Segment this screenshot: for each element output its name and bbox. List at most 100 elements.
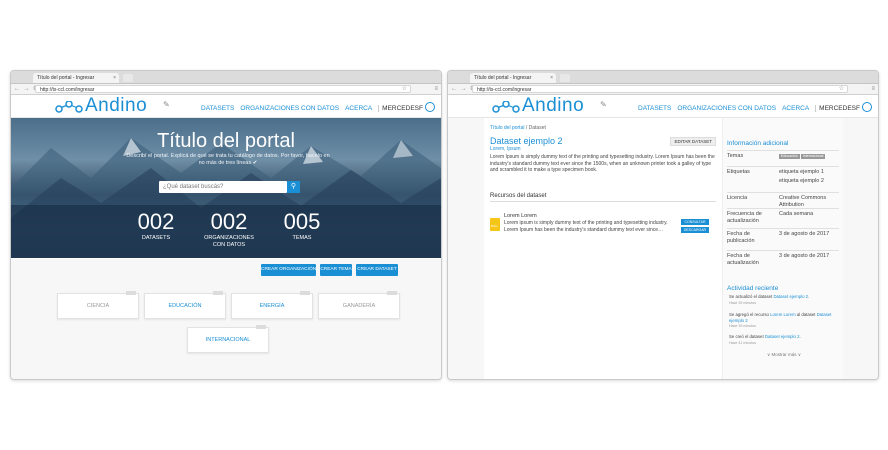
main-nav: DATASETS ORGANIZACIONES CON DATOS ACERCA ME… — [201, 102, 441, 113]
breadcrumb-current: / Dataset — [525, 125, 546, 131]
nav-datasets[interactable]: DATASETS — [201, 105, 234, 112]
stat-label: ORGANIZACIONES CON DATOS — [204, 235, 254, 248]
dataset-search-input[interactable]: ¿Qué dataset buscás? — [159, 181, 287, 193]
bookmark-star-icon[interactable]: ☆ — [839, 84, 844, 94]
info-key: Fecha de publicación — [727, 231, 755, 244]
info-row-temas: Temas Educación Internacional — [727, 150, 839, 163]
url-field[interactable]: http://ts-ccl.com/ingresar — [472, 85, 848, 93]
info-value: Cada semana — [779, 211, 814, 217]
edit-pencil-icon[interactable]: ✎ — [163, 100, 170, 109]
crear-organizacion-button[interactable]: CREAR ORGANIZACIÓN — [261, 264, 316, 276]
nav-acerca[interactable]: ACERCA — [345, 105, 372, 112]
new-tab-button[interactable] — [123, 74, 133, 82]
editar-dataset-button[interactable]: EDITAR DATASET — [670, 137, 716, 146]
tab-bar: Título del portal - Ingresar × — [11, 71, 441, 88]
info-key: Etiquetas — [727, 169, 750, 175]
stats-bar: 002 DATASETS 002 ORGANIZACIONES CON DATOS … — [11, 205, 441, 258]
tab-bar: Título del portal - Ingresar × — [448, 71, 878, 88]
breadcrumb: Título del portal / Dataset — [490, 125, 546, 131]
activity-link[interactable]: Lorem Lorem — [770, 312, 796, 317]
stat-label: TEMAS — [292, 235, 312, 241]
document-file-icon — [490, 218, 500, 231]
browser-menu-icon[interactable]: ≡ — [434, 84, 438, 94]
activity-time: Hace 39 minutos — [729, 324, 756, 328]
info-key: Fecha de actualización — [727, 253, 759, 266]
main-nav: DATASETS ORGANIZACIONES CON DATOS ACERCA ME… — [638, 102, 878, 113]
info-key: Licencia — [727, 195, 748, 201]
brand-name: Andino — [522, 95, 585, 116]
close-tab-icon[interactable]: × — [113, 73, 116, 83]
topic-card-ganaderia[interactable]: GANADERÍA — [318, 291, 400, 319]
search-icon[interactable]: ⚲ — [287, 181, 300, 193]
descargar-button[interactable]: DESCARGAR — [681, 227, 709, 233]
user-avatar-icon[interactable] — [861, 102, 872, 112]
portal-title: Título del portal — [157, 130, 295, 152]
stat-organizaciones[interactable]: 002 ORGANIZACIONES CON DATOS — [194, 211, 264, 248]
bookmark-star-icon[interactable]: ☆ — [402, 84, 407, 94]
user-avatar-icon[interactable] — [424, 102, 435, 112]
resources-heading: Recursos del dataset — [490, 193, 716, 202]
resource-title[interactable]: Lorem Lorem — [504, 213, 537, 219]
info-value: Creative Commons Attribution — [779, 195, 827, 208]
nav-user[interactable]: MERCEDESF — [815, 104, 860, 112]
edit-pencil-icon[interactable]: ✎ — [600, 100, 607, 109]
stat-temas[interactable]: 005 TEMAS — [267, 211, 337, 242]
tag-badge[interactable]: Internacional — [800, 154, 826, 159]
logo-network-icon — [55, 101, 83, 113]
crear-tema-button[interactable]: CREAR TEMA — [320, 264, 352, 276]
nav-organizaciones[interactable]: ORGANIZACIONES CON DATOS — [240, 105, 339, 112]
logo-network-icon — [492, 101, 520, 113]
topic-card-energia[interactable]: ENERGÍA — [231, 291, 313, 319]
brand-name: Andino — [85, 95, 148, 116]
activity-text: al dataset — [795, 312, 817, 317]
stat-number: 002 — [210, 209, 248, 234]
activity-link[interactable]: Dataset ejemplo 2 — [773, 294, 808, 299]
stat-datasets[interactable]: 002 DATASETS — [121, 211, 191, 242]
dataset-page: Título del portal / Dataset Dataset ejem… — [448, 118, 878, 379]
info-key: Temas — [727, 153, 744, 159]
dataset-main-column: Título del portal / Dataset Dataset ejem… — [484, 118, 722, 379]
activity-text: Se agregó el recurso — [729, 312, 771, 317]
info-value: 3 de agosto de 2017 — [779, 253, 830, 259]
hero-banner: Título del portal Describí el portal. Ex… — [11, 118, 441, 258]
new-tab-button[interactable] — [560, 74, 570, 82]
activity-time: Hace 41 minutos — [729, 340, 756, 345]
activity-item: Se agregó el recurso Lorem Lorem al data… — [729, 312, 839, 330]
nav-user[interactable]: MERCEDESF — [378, 104, 423, 112]
topic-card-ciencia[interactable]: CIENCIA — [57, 291, 139, 319]
consultar-button[interactable]: CONSULTAR — [681, 219, 709, 225]
nav-acerca[interactable]: ACERCA — [782, 105, 809, 112]
info-value: etiqueta ejemplo 2 — [779, 178, 824, 184]
nav-organizaciones[interactable]: ORGANIZACIONES CON DATOS — [677, 105, 776, 112]
browser-tab[interactable]: Título del portal - Ingresar × — [33, 73, 119, 83]
browser-tab[interactable]: Título del portal - Ingresar × — [470, 73, 556, 83]
url-field[interactable]: http://ts-ccl.com/ingresar — [35, 85, 411, 93]
tab-title: Título del portal - Ingresar — [474, 75, 532, 81]
topic-card-internacional[interactable]: INTERNACIONAL — [187, 325, 269, 353]
browser-menu-icon[interactable]: ≡ — [871, 84, 875, 94]
dataset-sidebar: Información adicional Temas Educación Inte… — [722, 118, 843, 379]
tag-badge[interactable]: Educación — [779, 154, 800, 159]
info-row-licencia: Licencia Creative Commons Attribution — [727, 192, 839, 209]
resource-description: Lorem ipsum is simply dummy text of the … — [504, 220, 668, 233]
info-row-actualizacion: Fecha de actualización 3 de agosto de 201… — [727, 250, 839, 269]
activity-link[interactable]: Dataset ejemplo 2 — [765, 334, 800, 339]
browser-window-home: Título del portal - Ingresar × ← → C http… — [10, 70, 442, 380]
topic-card-educacion[interactable]: EDUCACIÓN — [144, 291, 226, 319]
info-value: 3 de agosto de 2017 — [779, 231, 830, 237]
site-header: Andino ✎ DATASETS ORGANIZACIONES CON DATO… — [448, 95, 878, 118]
stat-label: DATASETS — [141, 235, 171, 241]
dataset-organization-link[interactable]: Lorem, Ipsum — [490, 146, 521, 152]
activity-text: . — [808, 294, 810, 299]
info-value: etiqueta ejemplo 1 — [779, 169, 824, 175]
breadcrumb-home-link[interactable]: Título del portal — [490, 125, 524, 131]
activity-item: Se actualizó el dataset Dataset ejemplo … — [729, 294, 839, 306]
activity-text: Se actualizó el dataset — [729, 294, 774, 299]
mostrar-mas-link[interactable]: ∨ Mostrar más ∨ — [729, 352, 839, 358]
crear-dataset-button[interactable]: CREAR DATASET — [356, 264, 398, 276]
nav-datasets[interactable]: DATASETS — [638, 105, 671, 112]
activity-heading: Actividad reciente — [727, 285, 779, 292]
info-row-etiquetas: Etiquetas etiqueta ejemplo 1 etiqueta ejem… — [727, 166, 839, 187]
activity-text: Se creó el dataset — [729, 334, 765, 339]
close-tab-icon[interactable]: × — [550, 73, 553, 83]
